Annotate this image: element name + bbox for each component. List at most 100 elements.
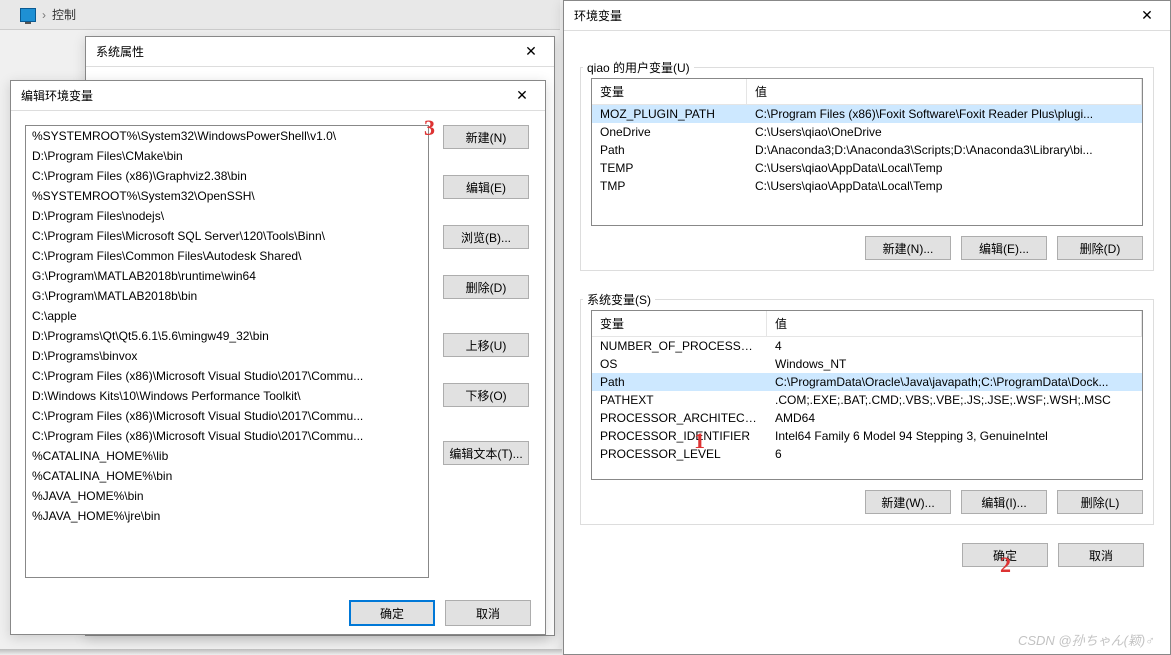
cell-val: Windows_NT xyxy=(767,355,1142,373)
user-vars-group: qiao 的用户变量(U) 变量 值 MOZ_PLUGIN_PATHC:\Pro… xyxy=(580,67,1154,271)
path-item[interactable]: C:\Program Files (x86)\Microsoft Visual … xyxy=(26,406,428,426)
user-edit-button[interactable]: 编辑(E)... xyxy=(961,236,1047,260)
cell-val: Intel64 Family 6 Model 94 Stepping 3, Ge… xyxy=(767,427,1142,445)
cell-val: C:\ProgramData\Oracle\Java\javapath;C:\P… xyxy=(767,373,1142,391)
path-item[interactable]: C:\Program Files (x86)\Microsoft Visual … xyxy=(26,426,428,446)
path-item[interactable]: G:\Program\MATLAB2018b\bin xyxy=(26,286,428,306)
path-item[interactable]: C:\Program Files\Common Files\Autodesk S… xyxy=(26,246,428,266)
cell-var: Path xyxy=(592,141,747,159)
sysprops-title: 系统属性 xyxy=(96,43,144,60)
table-row[interactable]: PathD:\Anaconda3;D:\Anaconda3\Scripts;D:… xyxy=(592,141,1142,159)
col-variable[interactable]: 变量 xyxy=(592,311,767,336)
cell-var: TMP xyxy=(592,177,747,195)
cancel-button[interactable]: 取消 xyxy=(445,600,531,626)
edittext-button[interactable]: 编辑文本(T)... xyxy=(443,441,529,465)
path-item[interactable]: %JAVA_HOME%\bin xyxy=(26,486,428,506)
cell-var: Path xyxy=(592,373,767,391)
edit-button[interactable]: 编辑(E) xyxy=(443,175,529,199)
table-row[interactable]: TEMPC:\Users\qiao\AppData\Local\Temp xyxy=(592,159,1142,177)
moveup-button[interactable]: 上移(U) xyxy=(443,333,529,357)
path-item[interactable]: D:\Program Files\nodejs\ xyxy=(26,206,428,226)
path-listbox[interactable]: %SYSTEMROOT%\System32\WindowsPowerShell\… xyxy=(25,125,429,578)
path-item[interactable]: D:\Programs\Qt\Qt5.6.1\5.6\mingw49_32\bi… xyxy=(26,326,428,346)
path-item[interactable]: D:\Programs\binvox xyxy=(26,346,428,366)
ok-button[interactable]: 确定 xyxy=(349,600,435,626)
sys-vars-table[interactable]: 变量 值 NUMBER_OF_PROCESSORS4OSWindows_NTPa… xyxy=(591,310,1143,480)
breadcrumb-label[interactable]: 控制 xyxy=(52,6,76,23)
sysprops-titlebar: 系统属性 ✕ xyxy=(86,37,554,67)
editenv-titlebar: 编辑环境变量 ✕ xyxy=(11,81,545,111)
ok-button[interactable]: 确定 xyxy=(962,543,1048,567)
path-item[interactable]: %JAVA_HOME%\jre\bin xyxy=(26,506,428,526)
cell-val: AMD64 xyxy=(767,409,1142,427)
edit-env-dialog: 编辑环境变量 ✕ %SYSTEMROOT%\System32\WindowsPo… xyxy=(10,80,546,635)
table-row[interactable]: NUMBER_OF_PROCESSORS4 xyxy=(592,337,1142,355)
path-item[interactable]: %CATALINA_HOME%\lib xyxy=(26,446,428,466)
envvars-title: 环境变量 xyxy=(574,7,622,24)
table-row[interactable]: PROCESSOR_LEVEL6 xyxy=(592,445,1142,463)
path-item[interactable]: D:\Program Files\CMake\bin xyxy=(26,146,428,166)
close-icon[interactable]: ✕ xyxy=(1132,4,1162,28)
cell-var: PATHEXT xyxy=(592,391,767,409)
path-item[interactable]: %SYSTEMROOT%\System32\WindowsPowerShell\… xyxy=(26,126,428,146)
close-icon[interactable]: ✕ xyxy=(507,84,537,108)
user-vars-label: qiao 的用户变量(U) xyxy=(583,59,694,76)
browse-button[interactable]: 浏览(B)... xyxy=(443,225,529,249)
cell-var: NUMBER_OF_PROCESSORS xyxy=(592,337,767,355)
editenv-side-buttons: 新建(N) 编辑(E) 浏览(B)... 删除(D) 上移(U) 下移(O) 编… xyxy=(443,125,531,578)
table-row[interactable]: PathC:\ProgramData\Oracle\Java\javapath;… xyxy=(592,373,1142,391)
cell-val: C:\Users\qiao\AppData\Local\Temp xyxy=(747,177,1142,195)
cell-val: C:\Program Files (x86)\Foxit Software\Fo… xyxy=(747,105,1142,123)
user-new-button[interactable]: 新建(N)... xyxy=(865,236,951,260)
path-item[interactable]: %SYSTEMROOT%\System32\OpenSSH\ xyxy=(26,186,428,206)
sys-delete-button[interactable]: 删除(L) xyxy=(1057,490,1143,514)
sys-vars-group: 系统变量(S) 变量 值 NUMBER_OF_PROCESSORS4OSWind… xyxy=(580,299,1154,525)
cell-var: OS xyxy=(592,355,767,373)
cell-var: TEMP xyxy=(592,159,747,177)
env-vars-dialog: 环境变量 ✕ qiao 的用户变量(U) 变量 值 MOZ_PLUGIN_PAT… xyxy=(563,0,1171,655)
explorer-breadcrumb: › 控制 xyxy=(0,0,560,30)
table-row[interactable]: MOZ_PLUGIN_PATHC:\Program Files (x86)\Fo… xyxy=(592,105,1142,123)
editenv-title: 编辑环境变量 xyxy=(21,87,93,104)
cell-var: PROCESSOR_ARCHITECT... xyxy=(592,409,767,427)
table-row[interactable]: OSWindows_NT xyxy=(592,355,1142,373)
col-value[interactable]: 值 xyxy=(767,311,1142,336)
cell-var: PROCESSOR_IDENTIFIER xyxy=(592,427,767,445)
table-row[interactable]: OneDriveC:\Users\qiao\OneDrive xyxy=(592,123,1142,141)
envvars-titlebar: 环境变量 ✕ xyxy=(564,1,1170,31)
cell-val: .COM;.EXE;.BAT;.CMD;.VBS;.VBE;.JS;.JSE;.… xyxy=(767,391,1142,409)
cell-val: 6 xyxy=(767,445,1142,463)
user-delete-button[interactable]: 删除(D) xyxy=(1057,236,1143,260)
delete-button[interactable]: 删除(D) xyxy=(443,275,529,299)
cell-val: C:\Users\qiao\OneDrive xyxy=(747,123,1142,141)
close-icon[interactable]: ✕ xyxy=(516,40,546,64)
table-row[interactable]: PROCESSOR_IDENTIFIERIntel64 Family 6 Mod… xyxy=(592,427,1142,445)
sys-new-button[interactable]: 新建(W)... xyxy=(865,490,951,514)
cancel-button[interactable]: 取消 xyxy=(1058,543,1144,567)
user-vars-table[interactable]: 变量 值 MOZ_PLUGIN_PATHC:\Program Files (x8… xyxy=(591,78,1143,226)
cell-val: 4 xyxy=(767,337,1142,355)
path-item[interactable]: %CATALINA_HOME%\bin xyxy=(26,466,428,486)
sys-edit-button[interactable]: 编辑(I)... xyxy=(961,490,1047,514)
sys-vars-label: 系统变量(S) xyxy=(583,291,655,308)
path-item[interactable]: C:\Program Files (x86)\Microsoft Visual … xyxy=(26,366,428,386)
path-item[interactable]: G:\Program\MATLAB2018b\runtime\win64 xyxy=(26,266,428,286)
cell-val: C:\Users\qiao\AppData\Local\Temp xyxy=(747,159,1142,177)
col-value[interactable]: 值 xyxy=(747,79,1142,104)
path-item[interactable]: D:\Windows Kits\10\Windows Performance T… xyxy=(26,386,428,406)
path-item[interactable]: C:\apple xyxy=(26,306,428,326)
cell-var: MOZ_PLUGIN_PATH xyxy=(592,105,747,123)
table-row[interactable]: TMPC:\Users\qiao\AppData\Local\Temp xyxy=(592,177,1142,195)
cell-val: D:\Anaconda3;D:\Anaconda3\Scripts;D:\Ana… xyxy=(747,141,1142,159)
movedown-button[interactable]: 下移(O) xyxy=(443,383,529,407)
new-button[interactable]: 新建(N) xyxy=(443,125,529,149)
table-row[interactable]: PATHEXT.COM;.EXE;.BAT;.CMD;.VBS;.VBE;.JS… xyxy=(592,391,1142,409)
col-variable[interactable]: 变量 xyxy=(592,79,747,104)
cell-var: OneDrive xyxy=(592,123,747,141)
path-item[interactable]: C:\Program Files (x86)\Graphviz2.38\bin xyxy=(26,166,428,186)
path-item[interactable]: C:\Program Files\Microsoft SQL Server\12… xyxy=(26,226,428,246)
monitor-icon xyxy=(20,8,36,22)
cell-var: PROCESSOR_LEVEL xyxy=(592,445,767,463)
chevron-right-icon: › xyxy=(42,8,46,22)
table-row[interactable]: PROCESSOR_ARCHITECT...AMD64 xyxy=(592,409,1142,427)
